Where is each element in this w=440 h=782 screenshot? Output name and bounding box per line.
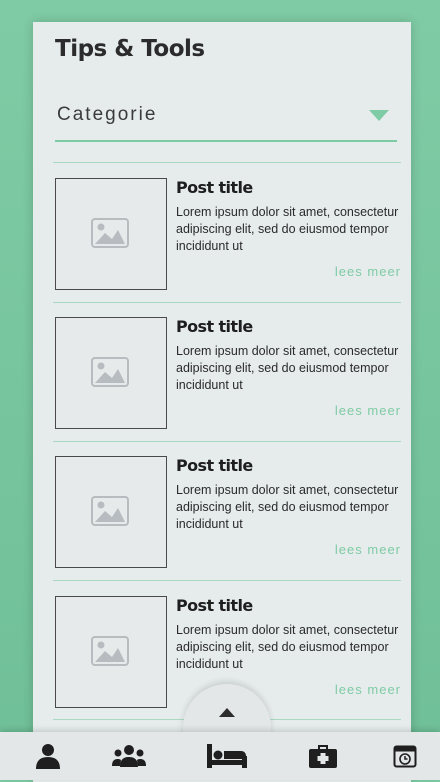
nav-schedule[interactable] — [375, 732, 435, 780]
post-title: Post title — [176, 456, 253, 475]
post-excerpt: Lorem ipsum dolor sit amet, consectetur … — [176, 344, 399, 392]
bed-icon — [207, 744, 247, 768]
read-more-link[interactable]: lees meer — [335, 542, 401, 557]
post-excerpt: Lorem ipsum dolor sit amet, consectetur … — [176, 623, 399, 671]
post-thumbnail — [55, 317, 167, 429]
nav-community[interactable] — [99, 732, 159, 780]
image-placeholder-icon — [91, 496, 129, 526]
category-label: Categorie — [57, 104, 158, 125]
category-dropdown[interactable]: Categorie — [55, 100, 397, 142]
post-card[interactable]: Post title Lorem ipsum dolor sit amet, c… — [55, 164, 401, 292]
first-aid-kit-icon — [309, 745, 337, 768]
post-card[interactable]: Post title Lorem ipsum dolor sit amet, c… — [55, 303, 401, 431]
read-more-link[interactable]: lees meer — [335, 682, 401, 697]
post-thumbnail — [55, 178, 167, 290]
image-placeholder-icon — [91, 218, 129, 248]
post-thumbnail — [55, 456, 167, 568]
divider — [53, 580, 401, 581]
clock-icon — [393, 745, 417, 768]
post-title: Post title — [176, 317, 253, 336]
user-icon — [36, 744, 60, 769]
post-excerpt: Lorem ipsum dolor sit amet, consectetur … — [176, 483, 399, 531]
post-card[interactable]: Post title Lorem ipsum dolor sit amet, c… — [55, 442, 401, 570]
bottom-navbar — [0, 732, 440, 780]
read-more-link[interactable]: lees meer — [335, 264, 401, 279]
post-title: Post title — [176, 178, 253, 197]
nav-tips-tools[interactable] — [293, 732, 353, 780]
arrow-up-icon — [219, 708, 235, 717]
group-icon — [112, 745, 146, 767]
chevron-down-icon — [369, 110, 389, 121]
nav-stay[interactable] — [197, 732, 257, 780]
nav-profile[interactable] — [18, 732, 78, 780]
post-excerpt: Lorem ipsum dolor sit amet, consectetur … — [176, 205, 399, 253]
image-placeholder-icon — [91, 357, 129, 387]
read-more-link[interactable]: lees meer — [335, 403, 401, 418]
page-title: Tips & Tools — [55, 36, 205, 62]
content-panel: Tips & Tools Categorie Post title Lorem … — [33, 22, 411, 782]
image-placeholder-icon — [91, 636, 129, 666]
post-thumbnail — [55, 596, 167, 708]
divider — [53, 162, 401, 163]
post-title: Post title — [176, 596, 253, 615]
